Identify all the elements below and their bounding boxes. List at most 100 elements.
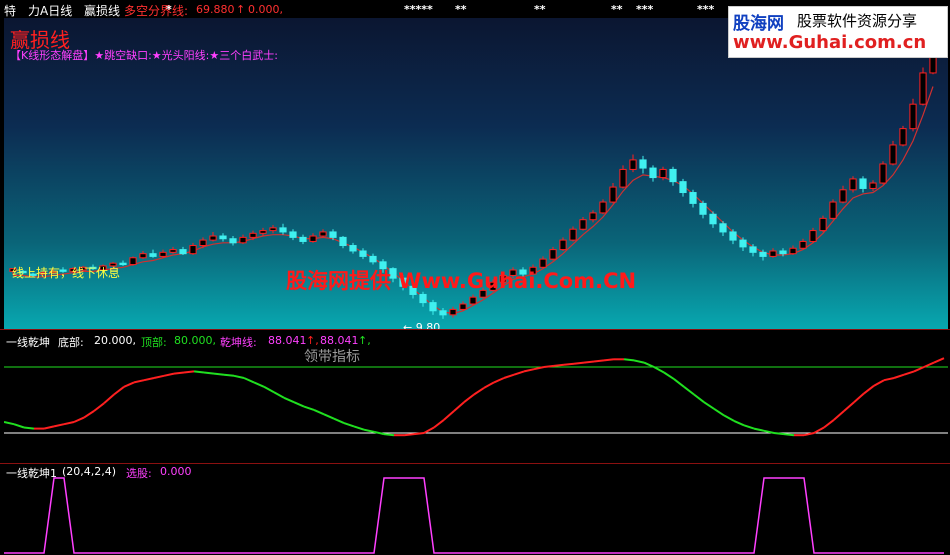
candle	[839, 189, 847, 203]
qiankun-line-segment	[673, 378, 685, 388]
indicator-params: (20,4,2,4)	[62, 465, 117, 478]
candle	[829, 201, 837, 219]
qiankun-line-segment	[173, 371, 185, 375]
qiankun-line-segment	[363, 428, 375, 433]
candle	[679, 181, 687, 194]
candle	[249, 232, 257, 238]
qiankun-line-segment	[853, 392, 865, 403]
qiankun-line-segment	[303, 405, 315, 411]
panel-divider[interactable]	[0, 463, 950, 464]
qiankun-line-segment	[663, 371, 675, 380]
qiankun-line-segment	[133, 379, 145, 384]
top-label: 顶部:	[141, 336, 167, 349]
candle	[579, 219, 587, 230]
top-value: 80.000,	[174, 334, 216, 347]
line-label: 乾坤线:	[220, 336, 257, 349]
qiankun-line-segment	[653, 366, 665, 374]
qiankun-line-segment	[713, 407, 725, 417]
indicator-name: 一线乾坤	[6, 336, 50, 349]
qiankun-line-segment	[503, 373, 515, 379]
qiankun-line-segment	[733, 419, 745, 427]
candle	[859, 178, 867, 189]
low-price-label: ← 9.80	[403, 321, 441, 329]
candle	[419, 293, 427, 304]
bottom-label: 底部:	[58, 336, 84, 349]
candle	[699, 202, 707, 215]
qiankun-line-segment	[543, 364, 555, 368]
qiankun-line-segment	[923, 361, 935, 368]
qiankun-line-segment	[633, 359, 645, 364]
qiankun-line-segment	[123, 381, 135, 388]
qiankun-line-segment	[723, 414, 735, 422]
qiankun-line-segment	[553, 363, 565, 367]
candle	[169, 249, 177, 253]
qiankun-line-segment	[153, 374, 165, 379]
qiankun-line-segment	[423, 426, 435, 434]
qiankun-line-segment	[903, 370, 915, 376]
qiankun-line-segment	[823, 419, 835, 429]
price-chart-panel[interactable]: 赢损线 【K线形态解盘】★跳空缺口:★光头阳线:★三个白武士: 线上持有，线下休…	[4, 18, 948, 329]
qiankun-line-segment	[83, 410, 95, 419]
candle	[439, 310, 447, 316]
qiankun-line-segment	[53, 423, 65, 428]
qiankun-line-segment	[183, 370, 195, 374]
candle	[899, 128, 907, 146]
line-value: 88.041	[268, 334, 307, 347]
qiankun-line-segment	[193, 370, 205, 374]
candle	[749, 246, 757, 253]
candle	[609, 186, 617, 203]
toolbar-item[interactable]: 特	[4, 2, 16, 19]
pick-label: 选股:	[126, 467, 152, 480]
qiankun-line-segment	[863, 384, 875, 395]
line-value-2: 0.000,	[248, 3, 283, 16]
candle	[599, 201, 607, 214]
candle	[869, 182, 877, 189]
qiankun-line-segment	[483, 381, 495, 389]
qiankun-line-segment	[143, 377, 155, 382]
candle	[299, 236, 307, 242]
candle	[369, 255, 377, 263]
qiankun-line-segment	[403, 433, 415, 437]
toolbar-item[interactable]: 力A日线	[28, 2, 72, 19]
qiankun-line-segment	[773, 432, 785, 436]
toolbar-item[interactable]: 赢损线	[84, 2, 120, 19]
candle	[269, 227, 277, 232]
qiankun-line-segment	[323, 413, 335, 420]
qiankun-line-segment	[113, 386, 125, 396]
candle	[619, 168, 627, 188]
candle	[149, 253, 157, 257]
panel-divider[interactable]	[0, 329, 950, 330]
candle	[809, 230, 817, 242]
candle	[159, 251, 167, 257]
indicator-panel-1[interactable]: 一线乾坤 底部: 20.000, 顶部: 80.000, 乾坤线: 88.041…	[4, 331, 948, 463]
qiankun-chart	[4, 357, 948, 437]
indicator-panel-2[interactable]: 一线乾坤1 (20,4,2,4) 选股: 0.000	[4, 465, 948, 555]
qiankun-line-segment	[583, 360, 595, 364]
qiankun-line-segment	[463, 393, 475, 403]
site-logo[interactable]: 股海网 股票软件资源分享 www.Guhai.com.cn	[728, 6, 948, 58]
qiankun-line-segment	[933, 357, 945, 364]
candle	[849, 178, 857, 191]
candle	[769, 250, 777, 257]
qiankun-line-segment	[353, 425, 365, 431]
qiankun-line-segment	[13, 423, 25, 429]
qiankun-line-segment	[693, 393, 705, 403]
top-marker: ***	[697, 3, 715, 16]
line-name: 多空分界线:	[124, 4, 189, 18]
candle	[239, 236, 247, 244]
top-marker: **	[534, 3, 546, 16]
qiankun-line-segment	[73, 416, 85, 423]
candle	[319, 231, 327, 237]
top-marker: **	[611, 3, 623, 16]
qiankun-line-segment	[203, 371, 215, 375]
qiankun-line-segment	[163, 372, 175, 377]
qiankun-line-segment	[233, 374, 245, 379]
candle	[449, 308, 457, 316]
qiankun-line-segment	[373, 430, 385, 436]
candle	[429, 302, 437, 312]
candle	[779, 250, 787, 255]
qiankun-line-segment	[23, 426, 35, 430]
logo-slogan: 股票软件资源分享	[797, 12, 918, 30]
qiankun-line-segment	[453, 401, 465, 412]
candle	[189, 245, 197, 255]
